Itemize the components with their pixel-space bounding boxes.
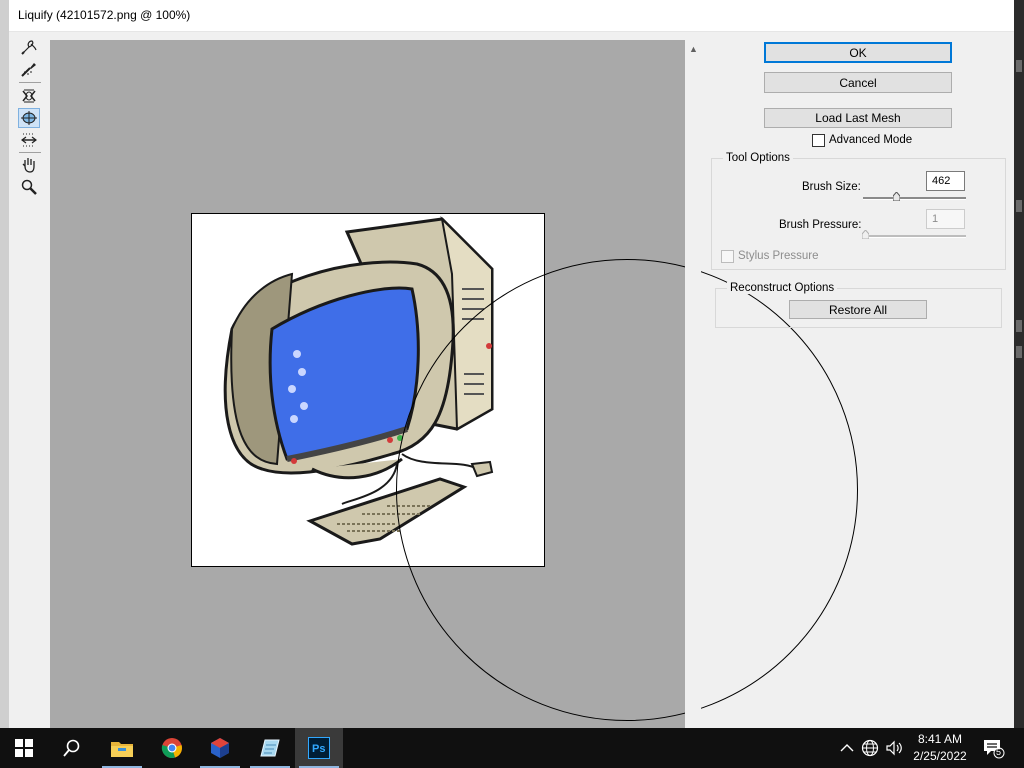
push-left-tool-icon[interactable] [18, 130, 40, 150]
reconstruct-options-title: Reconstruct Options [727, 282, 838, 294]
volume-icon[interactable] [884, 738, 904, 758]
hand-tool-icon[interactable] [18, 155, 40, 175]
chrome-icon[interactable] [148, 728, 196, 768]
clock-date: 2/25/2022 [913, 749, 967, 763]
brush-size-slider-track[interactable] [863, 197, 966, 200]
brush-pressure-slider-thumb [862, 230, 869, 239]
scroll-up-icon[interactable]: ▲ [689, 44, 698, 54]
windows-start-icon[interactable] [0, 728, 48, 768]
brush-cursor-circle [396, 259, 858, 721]
clock-time: 8:41 AM [917, 732, 963, 746]
tool-palette [9, 34, 47, 728]
svg-text:Ps: Ps [312, 743, 325, 755]
network-globe-icon[interactable] [860, 738, 880, 758]
window-title: Liquify (42101572.png @ 100%) [18, 8, 191, 22]
title-bar[interactable]: Liquify (42101572.png @ 100%) [9, 0, 1014, 32]
pucker-tool-icon[interactable] [18, 86, 40, 106]
bloat-tool-icon[interactable] [18, 108, 40, 128]
reconstruct-tool-icon[interactable] [18, 59, 40, 79]
brush-size-field[interactable]: 462 [926, 171, 965, 191]
cancel-button[interactable]: Cancel [764, 72, 952, 93]
brush-size-slider-thumb[interactable] [893, 192, 900, 201]
chevron-up-icon[interactable] [837, 738, 857, 758]
brush-pressure-label: Brush Pressure: [779, 219, 862, 231]
brush-size-label: Brush Size: [802, 181, 861, 193]
tool-options-title: Tool Options [723, 152, 793, 164]
notification-count: 5 [996, 747, 1002, 757]
background-app-strip-left [0, 0, 9, 728]
restore-all-button[interactable]: Restore All [789, 300, 927, 319]
search-icon[interactable] [48, 728, 96, 768]
canvas-vertical-scrollbar[interactable]: ▲ [685, 40, 701, 728]
stylus-pressure-checkbox [721, 250, 734, 263]
3d-cube-app-icon[interactable] [196, 728, 244, 768]
windows-taskbar: Ps 8:41 AM 2/25/2022 5 [0, 728, 1024, 768]
file-explorer-icon[interactable] [98, 728, 146, 768]
brush-pressure-field: 1 [926, 209, 965, 229]
stylus-pressure-label: Stylus Pressure [738, 250, 819, 262]
zoom-tool-icon[interactable] [18, 177, 40, 197]
notification-center-icon[interactable]: 5 [982, 738, 1006, 759]
brush-pressure-slider-track [863, 235, 966, 238]
photoshop-icon[interactable]: Ps [295, 728, 343, 768]
notepad-app-icon[interactable] [246, 728, 294, 768]
ok-button[interactable]: OK [764, 42, 952, 63]
forward-warp-tool-icon[interactable] [18, 37, 40, 57]
advanced-mode-label: Advanced Mode [829, 134, 913, 146]
advanced-mode-checkbox[interactable] [812, 134, 825, 147]
system-clock[interactable]: 8:41 AM 2/25/2022 [908, 731, 972, 765]
background-app-strip-right [1014, 0, 1024, 728]
load-last-mesh-button[interactable]: Load Last Mesh [764, 108, 952, 128]
